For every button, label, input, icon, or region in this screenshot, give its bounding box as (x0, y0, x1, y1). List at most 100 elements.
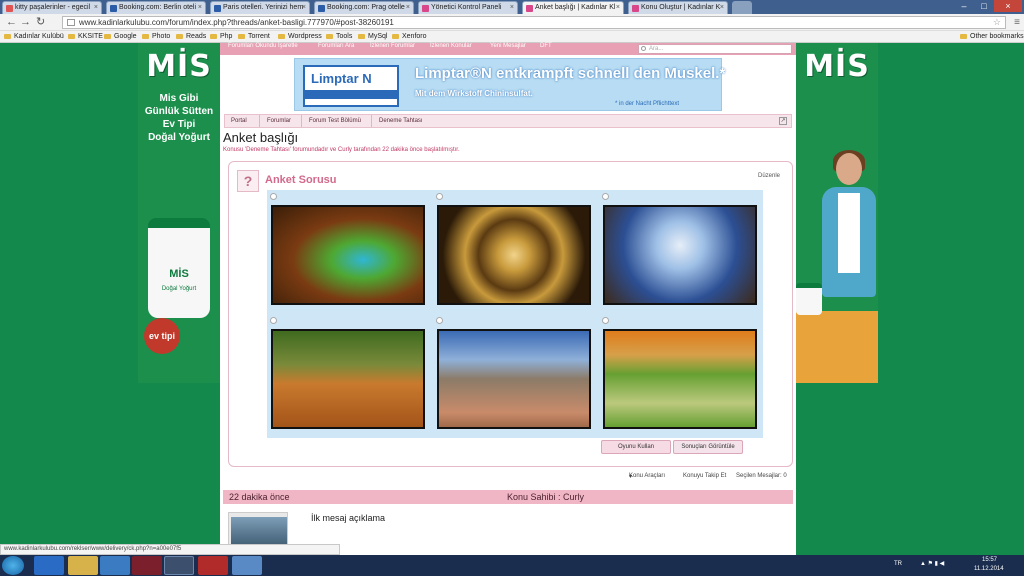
close-icon[interactable]: × (720, 2, 724, 14)
kitchen-counter (796, 311, 878, 383)
chrome-icon[interactable] (164, 556, 194, 575)
address-bar[interactable]: www.kadinlarkulubu.com/forum/index.php?t… (62, 16, 1006, 29)
bookmark-item[interactable]: KKSITE (68, 31, 103, 43)
bookmark-item[interactable]: MySql (358, 31, 387, 43)
breadcrumb-item[interactable]: Forum Test Bölümü (309, 115, 361, 127)
new-tab-button[interactable] (732, 1, 752, 14)
radio-button[interactable] (270, 193, 277, 200)
bookmark-item[interactable]: Torrent (238, 31, 270, 43)
stone-tower-photo[interactable] (437, 329, 591, 429)
trees-sky-photo[interactable] (603, 205, 757, 305)
star-icon[interactable]: ☆ (993, 17, 1001, 28)
couple-field-photo[interactable] (603, 329, 757, 429)
window-icon[interactable] (232, 556, 262, 575)
bookmark-item[interactable]: Google (104, 31, 137, 43)
side-ad-left[interactable]: MİS Mis Gibi Günlük Sütten Ev Tipi Doğal… (138, 43, 220, 383)
ie-icon[interactable] (34, 556, 64, 575)
favicon-icon (526, 5, 533, 12)
poll-option[interactable] (267, 314, 431, 438)
browser-tab[interactable]: Booking.com: Prag otelle × (314, 1, 414, 14)
browser-tab[interactable]: kitty paşalerinler - egecil × (2, 1, 102, 14)
close-icon[interactable]: × (510, 2, 514, 14)
tray-icons[interactable]: ▲ ⚑ ▮ ◀ (920, 560, 944, 567)
view-results-button[interactable]: Sonuçları Görüntüle (673, 440, 743, 454)
poll-option[interactable] (599, 314, 763, 438)
folder-icon (358, 33, 365, 39)
nav-link[interactable]: İzlenen Konular (430, 43, 472, 50)
search-input[interactable]: Ara... (638, 44, 792, 54)
post-owner[interactable]: Konu Sahibi : Curly (507, 490, 584, 504)
edit-link[interactable]: Düzenle (758, 173, 780, 179)
filezilla-icon[interactable] (198, 556, 228, 575)
nav-link[interactable]: İzlenen Forumlar (370, 43, 415, 50)
browser-tab[interactable]: Paris otelleri. Yerinizi hem × (210, 1, 310, 14)
lizard-photo[interactable] (271, 205, 425, 305)
bookmark-item[interactable]: Kadınlar Kulübü (4, 31, 64, 43)
close-window-icon[interactable]: × (994, 0, 1022, 12)
close-icon[interactable]: × (198, 2, 202, 14)
nav-link[interactable]: Forumları Okundu İşaretle (228, 43, 298, 50)
selected-messages[interactable]: Seçilen Mesajlar: 0 (736, 473, 787, 479)
reload-icon[interactable]: ↻ (36, 16, 45, 28)
limptar-banner-ad[interactable]: Limptar N Limptar®N entkrampft schnell d… (294, 58, 725, 111)
ad-subline: Mit dem Wirkstoff Chininsulfat. (415, 89, 533, 98)
external-link-icon[interactable]: ↗ (779, 117, 787, 125)
bookmark-item[interactable]: Wordpress (278, 31, 322, 43)
bookmark-item[interactable]: Xenforo (392, 31, 427, 43)
minimize-icon[interactable]: – (954, 0, 974, 12)
follow-thread-link[interactable]: Konuyu Takip Et (683, 473, 726, 479)
post-time: 22 dakika önce (229, 492, 290, 502)
radio-button[interactable] (602, 317, 609, 324)
back-arrow-icon[interactable]: ← (6, 16, 17, 28)
tab-label: Booking.com: Berlin oteli (119, 4, 197, 11)
nav-link[interactable]: Forumları Ara (318, 43, 354, 50)
forward-arrow-icon[interactable]: → (20, 16, 31, 28)
media-player-icon[interactable] (100, 556, 130, 575)
radio-button[interactable] (436, 317, 443, 324)
browser-tab-active[interactable]: Anket başlığı | Kadınlar Kl × (522, 1, 624, 14)
radio-button[interactable] (602, 193, 609, 200)
nav-link[interactable]: Yeni Mesajlar (490, 43, 526, 50)
other-bookmarks[interactable]: Other bookmarks (960, 31, 1024, 43)
thread-tools: Konu Araçları ▾ Konuyu Takip Et Seçilen … (629, 473, 787, 480)
product-box: Limptar N (303, 65, 399, 107)
bookmark-item[interactable]: Php (210, 31, 232, 43)
mis-logo: MİS (146, 49, 212, 84)
poll-title: Anket Sorusu (265, 174, 337, 186)
browser-tab-bar: kitty paşalerinler - egecil × Booking.co… (0, 0, 1024, 14)
poll-option[interactable] (267, 190, 431, 314)
bookmark-item[interactable]: Reads (176, 31, 206, 43)
breadcrumb-item[interactable]: Forumlar (267, 115, 291, 127)
nav-link[interactable]: DFT (540, 43, 552, 50)
maximize-icon[interactable]: □ (974, 0, 994, 12)
bookmark-item[interactable]: Photo (142, 31, 170, 43)
clock-time[interactable]: 15:57 (982, 557, 997, 563)
close-icon[interactable]: × (302, 2, 306, 14)
breadcrumb-item[interactable]: Portal (231, 115, 247, 127)
browser-tab[interactable]: Konu Oluştur | Kadınlar K × (628, 1, 728, 14)
side-ad-right[interactable]: MİS (796, 43, 878, 383)
autumn-forest-photo[interactable] (271, 329, 425, 429)
dome-photo[interactable] (437, 205, 591, 305)
close-icon[interactable]: × (406, 2, 410, 14)
radio-button[interactable] (436, 193, 443, 200)
poll-option[interactable] (433, 314, 597, 438)
bookmark-item[interactable]: Tools (326, 31, 352, 43)
app-icon[interactable] (132, 556, 162, 575)
clock-date[interactable]: 11.12.2014 (974, 566, 1004, 572)
close-icon[interactable]: × (616, 2, 620, 14)
folder-icon (68, 33, 75, 39)
poll-option[interactable] (599, 190, 763, 314)
close-icon[interactable]: × (94, 2, 98, 14)
browser-tab[interactable]: Yönetici Kontrol Paneli × (418, 1, 518, 14)
language-indicator[interactable]: TR (894, 561, 902, 567)
radio-button[interactable] (270, 317, 277, 324)
breadcrumb-item[interactable]: Deneme Tahtası (379, 115, 423, 127)
vote-button[interactable]: Oyunu Kullan (601, 440, 671, 454)
menu-icon[interactable]: ≡ (1014, 17, 1020, 28)
yogurt-jar (796, 283, 822, 315)
start-button[interactable] (2, 556, 24, 575)
explorer-icon[interactable] (68, 556, 98, 575)
poll-option[interactable] (433, 190, 597, 314)
browser-tab[interactable]: Booking.com: Berlin oteli × (106, 1, 206, 14)
